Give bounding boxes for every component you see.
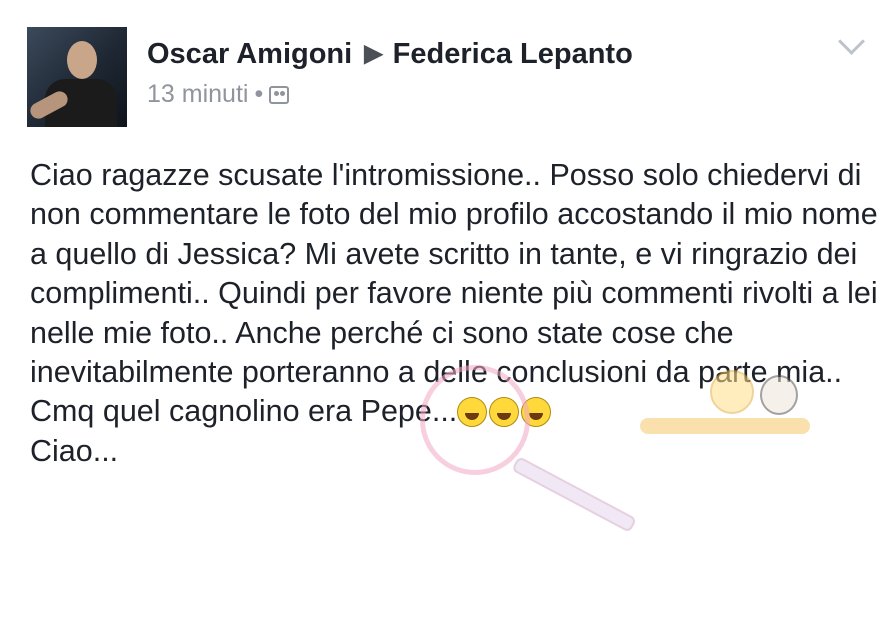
author-name-link[interactable]: Oscar Amigoni [147,38,352,70]
post-meta: 13 minuti • [147,80,290,109]
laughing-tears-emoji-icon [457,397,488,428]
timestamp-link[interactable]: 13 minuti [147,80,248,108]
avatar-head [67,41,97,79]
post-paragraph: Ciao... [30,433,119,468]
post-body: Ciao ragazze scusate l'intromissione.. P… [30,156,880,471]
laughing-tears-emoji-icon [489,397,520,428]
chevron-down-icon[interactable] [838,28,865,55]
post-header: Oscar Amigoni ▶ Federica Lepanto [147,38,633,71]
friends-icon[interactable] [269,86,290,104]
arrow-icon: ▶ [364,40,383,67]
laughing-tears-emoji-icon [521,397,552,428]
post-line: Cmq quel cagnolino era Pepe... [30,394,458,429]
author-avatar[interactable] [27,27,127,127]
recipient-name-link[interactable]: Federica Lepanto [393,38,633,70]
post-paragraph: Cmq quel cagnolino era Pepe... [30,392,880,431]
post-paragraph: Ciao ragazze scusate l'intromissione.. P… [30,158,878,390]
facebook-post: Oscar Amigoni ▶ Federica Lepanto 13 minuti… [0,0,892,625]
meta-separator: • [254,80,264,108]
